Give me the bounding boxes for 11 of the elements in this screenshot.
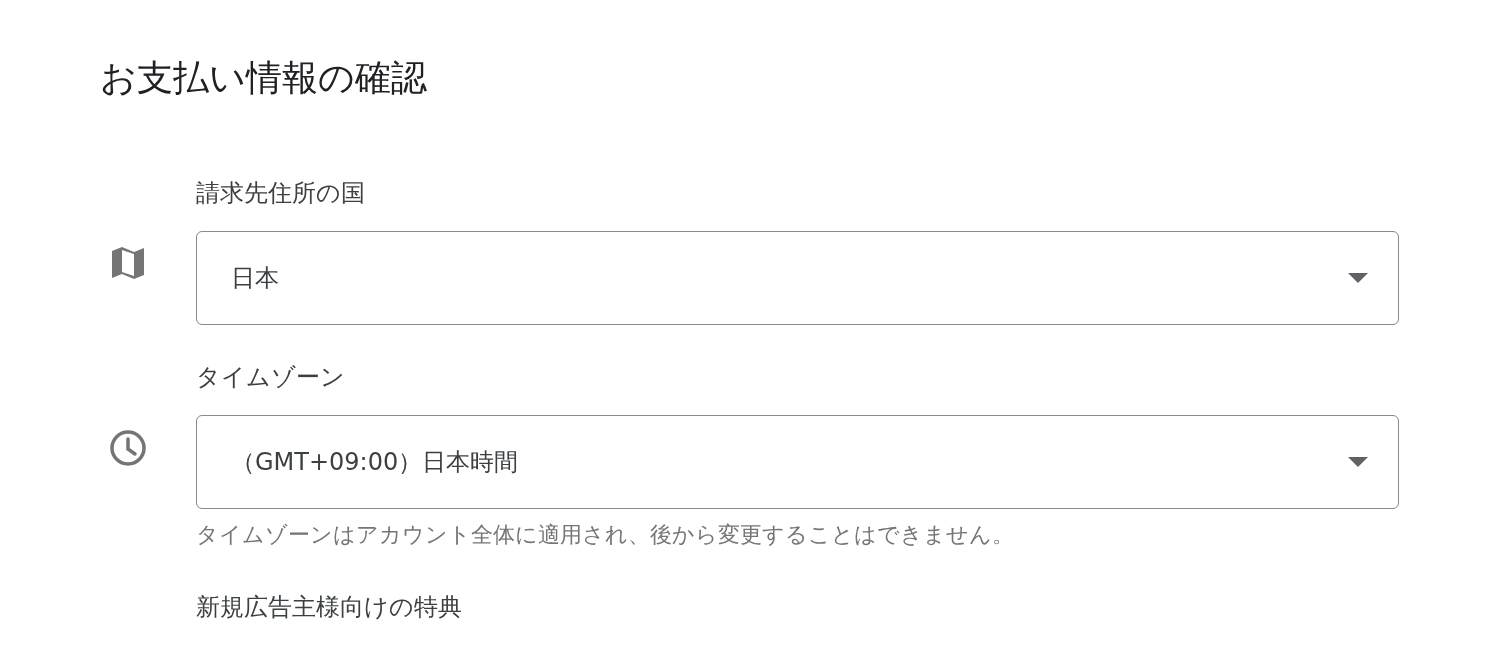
clock-icon [109, 429, 147, 467]
helper-text: タイムゾーンはアカウント全体に適用され、後から変更することはできません。 [196, 521, 1014, 549]
dropdown-select[interactable]: 日本 [196, 231, 1399, 325]
dropdown-select[interactable]: （GMT+09:00）日本時間 [196, 415, 1399, 509]
page-title: お支払い情報の確認 [100, 56, 427, 100]
section-label: 新規広告主様向けの特典 [196, 592, 462, 623]
dropdown-caret-icon [1348, 273, 1368, 283]
map-icon [110, 245, 146, 281]
field-label: タイムゾーン [196, 362, 345, 393]
dropdown-caret-icon [1348, 457, 1368, 467]
field-label: 請求先住所の国 [196, 178, 365, 209]
